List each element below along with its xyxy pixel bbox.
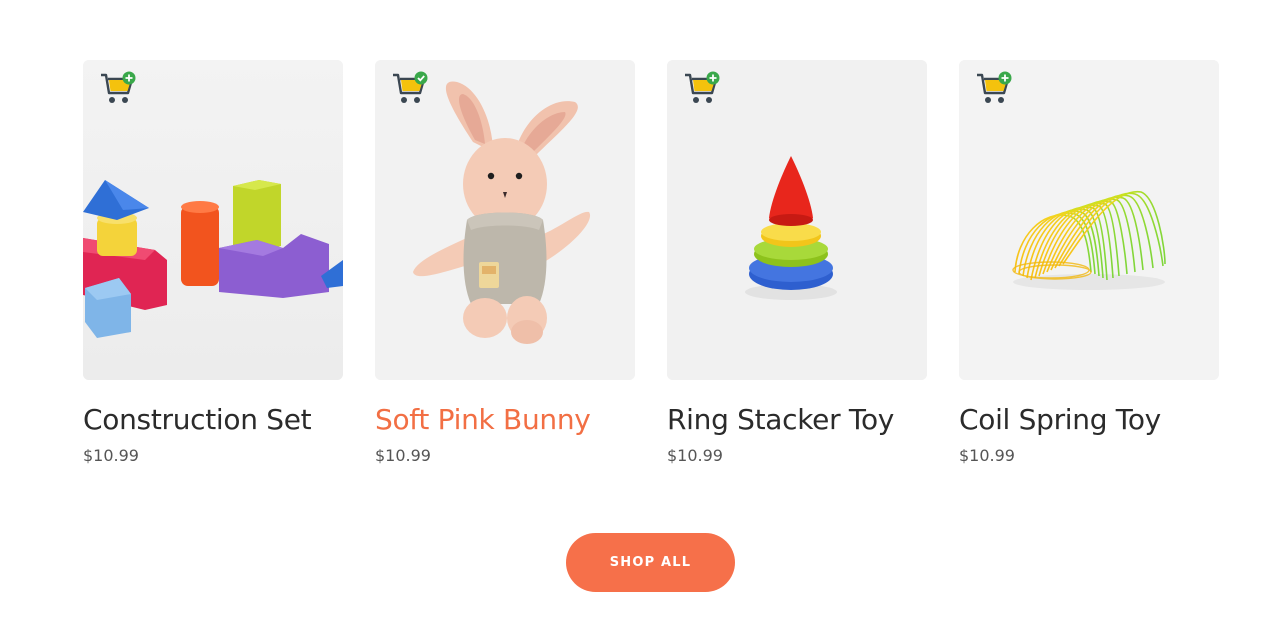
product-card-coil-spring-toy[interactable]: Coil Spring Toy $10.99 [959,60,1219,465]
product-card-ring-stacker-toy[interactable]: Ring Stacker Toy $10.99 [667,60,927,465]
plush-bunny-image [375,60,635,380]
coil-spring-image [959,60,1219,380]
add-to-cart-icon[interactable] [975,71,1015,107]
product-title[interactable]: Ring Stacker Toy [667,402,927,438]
toy-blocks-image [83,60,343,380]
product-price: $10.99 [667,446,723,465]
add-to-cart-icon[interactable] [683,71,723,107]
product-grid: Construction Set $10.99 Soft Pink Bunny … [83,60,1219,465]
product-image[interactable] [959,60,1219,380]
product-image[interactable] [83,60,343,380]
ring-stacker-image [667,60,927,380]
product-price: $10.99 [83,446,139,465]
add-to-cart-icon[interactable] [99,71,139,107]
shop-all-button[interactable]: SHOP ALL [566,533,735,592]
added-to-cart-icon[interactable] [391,71,431,107]
product-title[interactable]: Soft Pink Bunny [375,402,635,438]
product-price: $10.99 [375,446,431,465]
product-title[interactable]: Coil Spring Toy [959,402,1219,438]
product-price: $10.99 [959,446,1015,465]
product-image[interactable] [375,60,635,380]
product-image[interactable] [667,60,927,380]
product-title[interactable]: Construction Set [83,402,343,438]
product-card-soft-pink-bunny[interactable]: Soft Pink Bunny $10.99 [375,60,635,465]
product-card-construction-set[interactable]: Construction Set $10.99 [83,60,343,465]
